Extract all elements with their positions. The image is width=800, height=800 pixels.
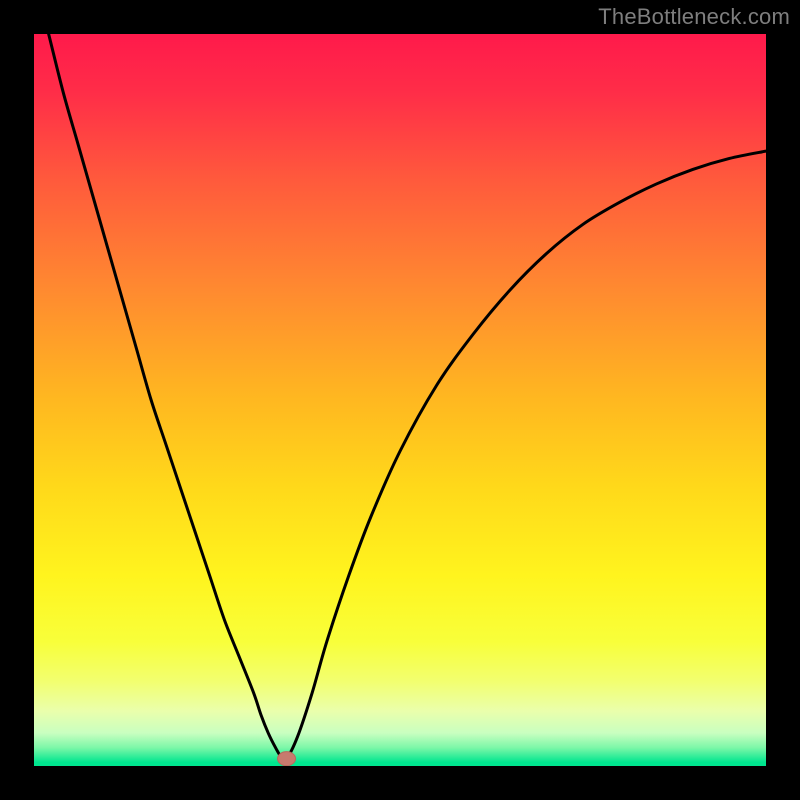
minimum-marker <box>278 752 296 766</box>
chart-plot <box>34 34 766 766</box>
watermark-text: TheBottleneck.com <box>598 4 790 30</box>
outer-frame: TheBottleneck.com <box>0 0 800 800</box>
plot-background <box>34 34 766 766</box>
